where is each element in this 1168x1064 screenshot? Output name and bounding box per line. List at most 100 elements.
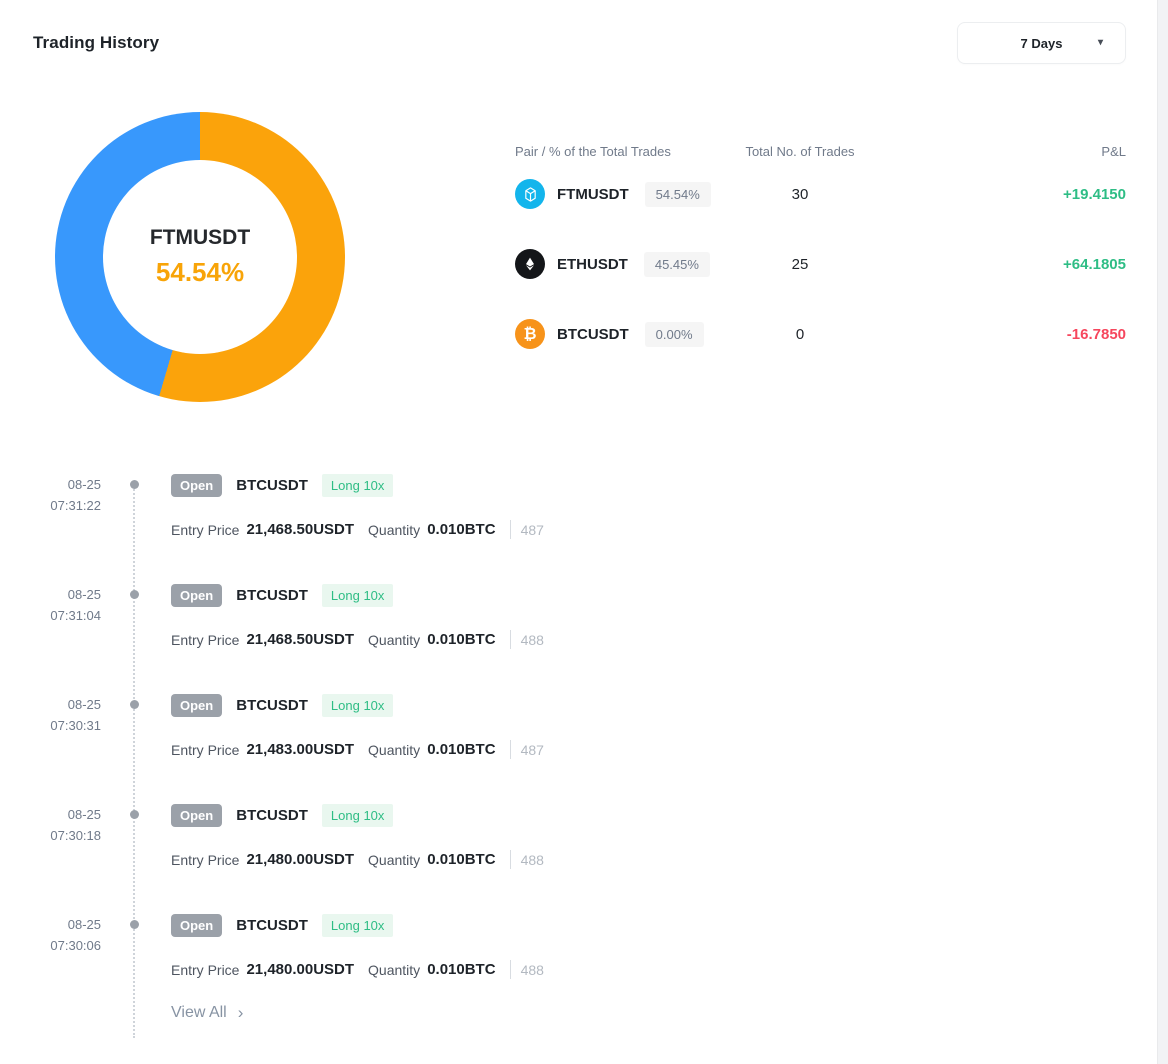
btc-glyph: ₿ (523, 324, 536, 344)
pair-percent-badge: 45.45% (644, 252, 710, 277)
timeline-entry: 08-25 07:31:04 Open BTCUSDT Long 10x Ent… (33, 582, 1126, 692)
entry-content: Open BTCUSDT Long 10x Entry Price 21,468… (171, 582, 1126, 692)
status-badge: Open (171, 584, 222, 607)
period-dropdown[interactable]: 7 Days ▾ (957, 22, 1126, 64)
entry-datetime: 08-25 07:31:22 (33, 472, 101, 582)
order-number: 488 (521, 852, 544, 868)
trading-history-panel: Trading History 7 Days ▾ FTMUSDT 54.54% … (0, 0, 1168, 1023)
status-badge: Open (171, 914, 222, 937)
status-badge: Open (171, 804, 222, 827)
order-number: 487 (521, 742, 544, 758)
entry-datetime: 08-25 07:30:31 (33, 692, 101, 802)
entry-pair: BTCUSDT (236, 807, 308, 824)
ftm-icon (515, 179, 545, 209)
eth-icon (515, 249, 545, 279)
entry-content: Open BTCUSDT Long 10x Entry Price 21,480… (171, 912, 1126, 979)
summary-section: FTMUSDT 54.54% Pair / % of the Total Tra… (33, 112, 1126, 402)
quantity-value: 0.010BTC (427, 631, 495, 648)
donut-center-percent: 54.54% (156, 257, 244, 288)
trades-count: 30 (715, 186, 885, 203)
col-header-pnl: P&L (885, 144, 1126, 159)
divider (510, 850, 511, 869)
timeline-entry: 08-25 07:30:06 Open BTCUSDT Long 10x Ent… (33, 912, 1126, 979)
pairs-table: Pair / % of the Total Trades Total No. o… (515, 144, 1126, 402)
table-row: ₿ BTCUSDT 0.00% 0 -16.7850 (515, 299, 1126, 369)
pair-percent-badge: 54.54% (645, 182, 711, 207)
divider (510, 520, 511, 539)
period-dropdown-value: 7 Days (1021, 36, 1063, 51)
entry-price-value: 21,480.00USDT (246, 851, 354, 868)
timeline-entry: 08-25 07:30:31 Open BTCUSDT Long 10x Ent… (33, 692, 1126, 802)
entry-pair: BTCUSDT (236, 917, 308, 934)
quantity-value: 0.010BTC (427, 851, 495, 868)
trades-count: 0 (715, 326, 885, 343)
entry-content: Open BTCUSDT Long 10x Entry Price 21,483… (171, 692, 1126, 802)
side-leverage-badge: Long 10x (322, 804, 394, 827)
side-leverage-badge: Long 10x (322, 914, 394, 937)
quantity-label: Quantity (368, 742, 420, 758)
divider (510, 740, 511, 759)
pair-cell: FTMUSDT 54.54% (515, 179, 715, 209)
entry-price-value: 21,483.00USDT (246, 741, 354, 758)
col-header-trades: Total No. of Trades (715, 144, 885, 159)
entry-datetime: 08-25 07:30:06 (33, 912, 101, 979)
table-row: FTMUSDT 54.54% 30 +19.4150 (515, 159, 1126, 229)
btc-icon: ₿ (515, 319, 545, 349)
timeline-gutter (101, 582, 171, 692)
trades-count: 25 (715, 256, 885, 273)
entry-price-value: 21,468.50USDT (246, 521, 354, 538)
view-all-label: View All (171, 1004, 227, 1022)
trades-donut-chart: FTMUSDT 54.54% (55, 112, 345, 402)
entry-time: 07:31:22 (33, 495, 101, 516)
order-number: 487 (521, 522, 544, 538)
quantity-value: 0.010BTC (427, 961, 495, 978)
chevron-right-icon: › (238, 1003, 244, 1023)
entry-pair: BTCUSDT (236, 477, 308, 494)
order-number: 488 (521, 632, 544, 648)
quantity-value: 0.010BTC (427, 521, 495, 538)
entry-price-value: 21,480.00USDT (246, 961, 354, 978)
pair-cell: ₿ BTCUSDT 0.00% (515, 319, 715, 349)
timeline-entry: 08-25 07:31:22 Open BTCUSDT Long 10x Ent… (33, 472, 1126, 582)
entry-content: Open BTCUSDT Long 10x Entry Price 21,468… (171, 472, 1126, 582)
quantity-label: Quantity (368, 632, 420, 648)
side-leverage-badge: Long 10x (322, 474, 394, 497)
entry-date: 08-25 (33, 804, 101, 825)
entry-pair: BTCUSDT (236, 587, 308, 604)
view-all-link[interactable]: View All › (171, 1003, 243, 1023)
timeline-dot-icon (130, 810, 139, 819)
pair-name: FTMUSDT (557, 186, 629, 203)
side-leverage-badge: Long 10x (322, 694, 394, 717)
pairs-table-header: Pair / % of the Total Trades Total No. o… (515, 144, 1126, 159)
entry-time: 07:30:18 (33, 825, 101, 846)
entry-price-label: Entry Price (171, 522, 239, 538)
entry-content: Open BTCUSDT Long 10x Entry Price 21,480… (171, 802, 1126, 912)
entry-date: 08-25 (33, 584, 101, 605)
entry-price-label: Entry Price (171, 962, 239, 978)
divider (510, 960, 511, 979)
entry-price-value: 21,468.50USDT (246, 631, 354, 648)
timeline-dot-icon (130, 920, 139, 929)
pnl-value: -16.7850 (885, 326, 1126, 343)
quantity-value: 0.010BTC (427, 741, 495, 758)
trade-timeline: 08-25 07:31:22 Open BTCUSDT Long 10x Ent… (33, 472, 1126, 1023)
quantity-label: Quantity (368, 852, 420, 868)
entry-time: 07:31:04 (33, 605, 101, 626)
entry-datetime: 08-25 07:30:18 (33, 802, 101, 912)
timeline-gutter (101, 802, 171, 912)
entry-date: 08-25 (33, 914, 101, 935)
pair-name: BTCUSDT (557, 326, 629, 343)
panel-header: Trading History 7 Days ▾ (33, 22, 1126, 64)
entry-pair: BTCUSDT (236, 697, 308, 714)
entry-date: 08-25 (33, 694, 101, 715)
pair-name: ETHUSDT (557, 256, 628, 273)
timeline-gutter (101, 692, 171, 802)
divider (510, 630, 511, 649)
quantity-label: Quantity (368, 962, 420, 978)
entry-time: 07:30:31 (33, 715, 101, 736)
status-badge: Open (171, 694, 222, 717)
pnl-value: +64.1805 (885, 256, 1126, 273)
entry-price-label: Entry Price (171, 632, 239, 648)
vertical-scrollbar[interactable] (1157, 0, 1168, 1064)
timeline-dot-icon (130, 700, 139, 709)
